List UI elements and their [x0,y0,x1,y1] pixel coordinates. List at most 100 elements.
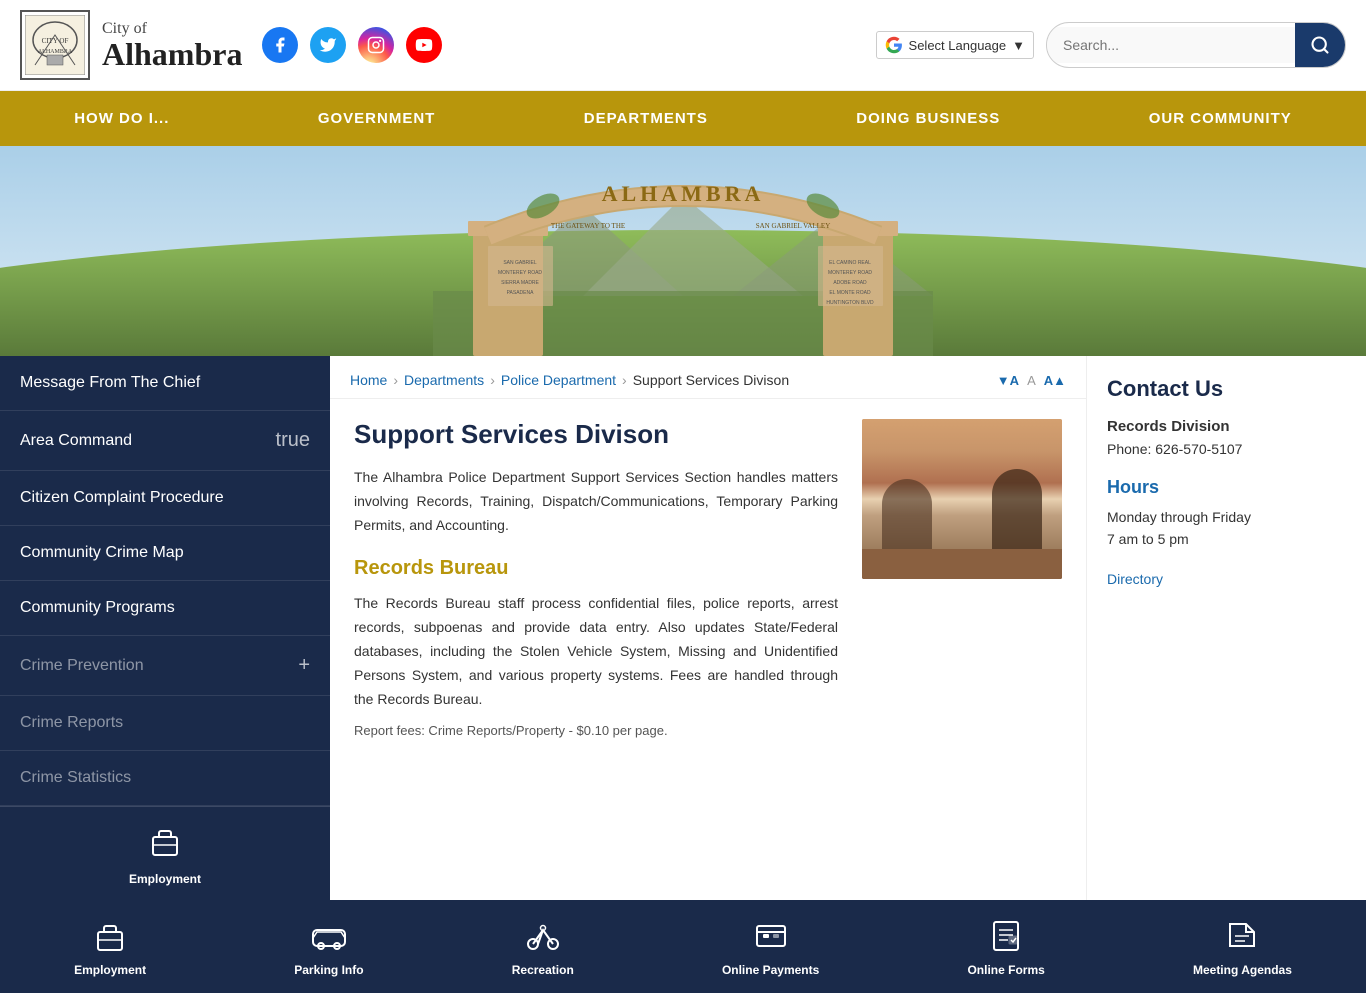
sidebar-item-crime-prevention[interactable]: Crime Prevention + [0,636,330,696]
area-command-expand: true [276,429,310,452]
recreation-dock-label: Recreation [512,963,574,977]
logo-text: City of Alhambra [102,20,242,70]
sidebar: Message From The Chief Area Command true… [0,356,330,900]
main-container: Message From The Chief Area Command true… [0,356,1366,900]
language-label: Select Language [909,38,1007,53]
employment-dock-label: Employment [74,963,146,977]
svg-text:ADOBE ROAD: ADOBE ROAD [833,280,867,286]
full-bottom-dock: Employment Parking Info Recreation [0,900,1366,993]
dock-item-employment[interactable]: Employment [113,817,217,892]
svg-text:HUNTINGTON BLVD: HUNTINGTON BLVD [826,300,874,306]
language-selector[interactable]: Select Language ▼ [876,31,1034,59]
city-logo: CITY OF ALHAMBRA [20,10,90,80]
meeting-agendas-dock-label: Meeting Agendas [1193,963,1292,977]
hero-trees-right [1166,146,1366,356]
section-title: Records Bureau [354,557,838,580]
svg-text:SAN GABRIEL: SAN GABRIEL [503,260,537,266]
svg-text:THE GATEWAY TO THE: THE GATEWAY TO THE [551,222,625,230]
page-title: Support Services Divison [354,419,838,450]
dock-employment[interactable]: Employment [58,912,162,983]
nav-item-how-do-i[interactable]: HOW DO I... [44,91,199,146]
online-forms-dock-label: Online Forms [967,963,1044,977]
svg-text:MONTEREY ROAD: MONTEREY ROAD [498,270,542,276]
svg-text:PASADENA: PASADENA [507,290,535,296]
header-left: CITY OF ALHAMBRA City of Alhambra [20,10,442,80]
sidebar-item-crime-statistics[interactable]: Crime Statistics [0,751,330,806]
nav-bar: HOW DO I... GOVERNMENT DEPARTMENTS DOING… [0,91,1366,146]
parking-dock-label: Parking Info [294,963,363,977]
main-text: Support Services Divison The Alhambra Po… [354,419,838,738]
breadcrumb: Home › Departments › Police Department ›… [350,372,789,388]
hero-trees-left [0,146,200,356]
logo-area: CITY OF ALHAMBRA City of Alhambra [20,10,242,80]
breadcrumb-home[interactable]: Home [350,372,387,388]
breadcrumb-departments[interactable]: Departments [404,372,484,388]
nav-item-government[interactable]: GOVERNMENT [288,91,466,146]
employment-icon [147,823,183,866]
dock-meeting-agendas[interactable]: Meeting Agendas [1177,912,1308,983]
dock-online-payments[interactable]: Online Payments [706,912,835,983]
instagram-icon[interactable] [358,27,394,63]
online-forms-dock-icon [988,918,1024,957]
page-description: The Alhambra Police Department Support S… [354,466,838,537]
svg-text:ALHAMBRA: ALHAMBRA [602,181,765,206]
sidebar-item-crime-reports[interactable]: Crime Reports [0,696,330,751]
dock-online-forms[interactable]: Online Forms [951,912,1060,983]
content-image [862,419,1062,579]
breadcrumb-bar: Home › Departments › Police Department ›… [330,356,1086,399]
svg-text:SAN GABRIEL VALLEY: SAN GABRIEL VALLEY [756,222,831,230]
nav-item-our-community[interactable]: OUR COMMUNITY [1119,91,1322,146]
breadcrumb-current: Support Services Divison [633,372,789,388]
online-payments-dock-icon [753,918,789,957]
bottom-dock: Employment [0,806,330,900]
search-input[interactable] [1047,27,1295,63]
svg-text:SIERRA MADRE: SIERRA MADRE [501,280,539,286]
twitter-icon[interactable] [310,27,346,63]
font-controls: ▼A A A▲ [997,373,1066,388]
nav-item-departments[interactable]: DEPARTMENTS [554,91,738,146]
recreation-dock-icon [525,918,561,957]
font-increase[interactable]: A▲ [1044,373,1066,388]
sidebar-item-area-command[interactable]: Area Command true [0,411,330,471]
contact-title: Contact Us [1107,376,1346,402]
header-right: Select Language ▼ [876,22,1346,68]
dock-parking[interactable]: Parking Info [278,912,379,983]
font-decrease[interactable]: ▼A [997,373,1019,388]
meeting-agendas-dock-icon [1224,918,1260,957]
employment-label: Employment [129,872,201,886]
svg-text:EL CAMINO REAL: EL CAMINO REAL [829,260,871,266]
svg-text:EL MONTE ROAD: EL MONTE ROAD [829,290,871,296]
sidebar-item-message-from-chief[interactable]: Message From The Chief [0,356,330,411]
directory-link[interactable]: Directory [1107,571,1163,587]
language-dropdown-arrow: ▼ [1012,38,1025,53]
content-area: Home › Departments › Police Department ›… [330,356,1086,900]
contact-section-label: Records Division [1107,418,1346,435]
search-bar [1046,22,1346,68]
social-icons [262,27,442,63]
fees-note: Report fees: Crime Reports/Property - $0… [354,723,838,738]
hero-banner: ALHAMBRA THE GATEWAY TO THE SAN GABRIEL … [0,146,1366,356]
online-payments-dock-label: Online Payments [722,963,819,977]
crime-prevention-expand: + [298,654,310,677]
hero-arch: ALHAMBRA THE GATEWAY TO THE SAN GABRIEL … [433,146,933,356]
dock-recreation[interactable]: Recreation [496,912,590,983]
header: CITY OF ALHAMBRA City of Alhambra [0,0,1366,91]
breadcrumb-police-department[interactable]: Police Department [501,372,616,388]
nav-item-doing-business[interactable]: DOING BUSINESS [826,91,1030,146]
content-body: Support Services Divison The Alhambra Po… [330,399,1086,758]
parking-dock-icon [311,918,347,957]
sidebar-item-citizen-complaint[interactable]: Citizen Complaint Procedure [0,471,330,526]
contact-info: Phone: 626-570-5107 [1107,441,1346,457]
hours-info: Monday through Friday 7 am to 5 pm [1107,506,1346,551]
svg-text:CITY OF: CITY OF [42,37,69,45]
section-description: The Records Bureau staff process confide… [354,592,838,711]
search-button[interactable] [1295,23,1345,67]
right-panel: Contact Us Records Division Phone: 626-5… [1086,356,1366,900]
facebook-icon[interactable] [262,27,298,63]
svg-text:MONTEREY ROAD: MONTEREY ROAD [828,270,872,276]
sidebar-item-community-crime-map[interactable]: Community Crime Map [0,526,330,581]
employment-dock-icon [92,918,128,957]
sidebar-item-community-programs[interactable]: Community Programs [0,581,330,636]
youtube-icon[interactable] [406,27,442,63]
hours-title: Hours [1107,477,1346,498]
